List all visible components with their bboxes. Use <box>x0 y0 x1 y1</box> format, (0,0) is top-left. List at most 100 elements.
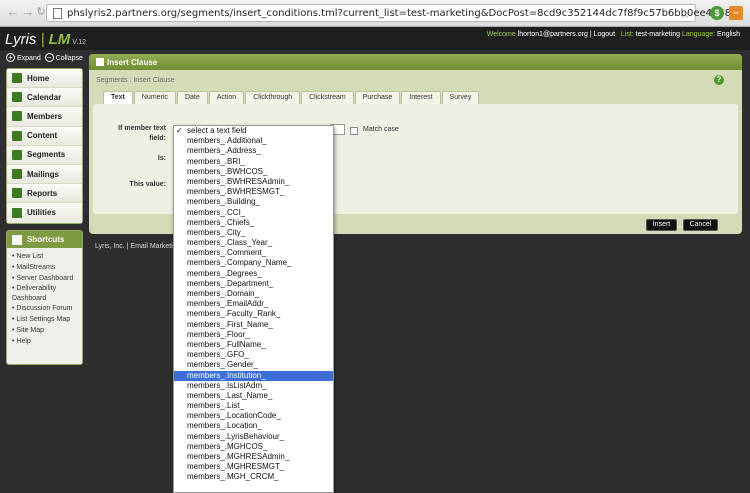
dropdown-option[interactable]: members_.Building_ <box>174 197 333 207</box>
panel-header: Insert Clause <box>89 54 742 70</box>
tab-action[interactable]: Action <box>208 91 245 104</box>
tab-purchase[interactable]: Purchase <box>354 91 401 104</box>
dropdown-option[interactable]: members_.MGHRESAdmin_ <box>174 452 333 462</box>
dropdown-option[interactable]: members_.LyrisBehaviour_ <box>174 432 333 442</box>
address-url: phslyris2.partners.org/segments/insert_c… <box>67 8 732 19</box>
dropdown-option-highlighted[interactable]: members_.Institution_ <box>174 370 333 381</box>
sidebar-item-home[interactable]: Home <box>7 69 82 89</box>
dropdown-option[interactable]: members_.CCI_ <box>174 208 333 218</box>
sidebar-item-reports[interactable]: Reports <box>7 184 82 204</box>
match-case-checkbox[interactable] <box>350 127 358 135</box>
dropdown-option[interactable]: members_.FullName_ <box>174 340 333 350</box>
is-label: Is: <box>157 155 166 162</box>
sidebar-item-members[interactable]: Members <box>7 107 82 127</box>
dropdown-option[interactable]: members_.BWHRESAdmin_ <box>174 177 333 187</box>
dropdown-option[interactable]: members_.BWHRESMGT_ <box>174 187 333 197</box>
dropdown-option[interactable]: members_.Last_Name_ <box>174 391 333 401</box>
shortcut-item[interactable]: • Deliverability Dashboard <box>12 284 82 303</box>
sidebar-item-label: Segments <box>27 150 66 160</box>
mailings-icon <box>12 169 22 180</box>
dropdown-option[interactable]: members_.Department_ <box>174 279 333 289</box>
lyris-logo[interactable]: Lyris | LM V.12 <box>5 31 86 48</box>
sidebar-item-mailings[interactable]: Mailings <box>7 164 82 185</box>
sidebar-item-segments[interactable]: Segments <box>7 145 82 165</box>
sidebar-item-calendar[interactable]: Calendar <box>7 88 82 108</box>
dropdown-option[interactable]: members_.City_ <box>174 228 333 238</box>
address-bar[interactable]: phslyris2.partners.org/segments/insert_c… <box>46 4 731 22</box>
list-label: List: <box>620 31 634 38</box>
dropdown-option[interactable]: members_.Class_Year_ <box>174 238 333 248</box>
dropdown-option[interactable]: members_.IsListAdm_ <box>174 381 333 391</box>
dropdown-option[interactable]: members_.MGHRESMGT_ <box>174 462 333 472</box>
dropdown-option[interactable]: ✓ select a text field <box>174 126 333 136</box>
help-icon[interactable]: ? <box>714 75 724 85</box>
member-field-label: If member text field: <box>118 125 166 142</box>
logout-link[interactable]: Logout <box>594 31 615 38</box>
shortcut-item[interactable]: • Server Dashboard <box>12 274 82 283</box>
dropdown-option[interactable]: members_.GFO_ <box>174 350 333 360</box>
logo-text: Lyris <box>5 31 37 48</box>
checkmark-icon: ✓ <box>176 126 183 135</box>
dropdown-option[interactable]: members_.Floor_ <box>174 330 333 340</box>
dropdown-option[interactable]: members_.BRI_ <box>174 157 333 167</box>
sidebar-item-label: Reports <box>27 188 58 198</box>
dropdown-option[interactable]: members_.LocationCode_ <box>174 411 333 421</box>
bookmark-star-icon[interactable]: ☆ <box>679 6 691 22</box>
dropdown-option[interactable]: members_.First_Name_ <box>174 320 333 330</box>
shortcut-item[interactable]: • Help <box>12 337 82 346</box>
page-icon <box>53 8 62 19</box>
dropdown-option[interactable]: members_.Domain_ <box>174 289 333 299</box>
list-name[interactable]: test-marketing <box>636 31 680 38</box>
collapse-button[interactable]: − Collapse <box>44 53 83 62</box>
dropdown-option[interactable]: members_.Location_ <box>174 421 333 431</box>
cancel-button[interactable]: Cancel <box>683 219 718 231</box>
dropdown-option[interactable]: members_.Comment_ <box>174 248 333 258</box>
tab-survey[interactable]: Survey <box>441 91 480 104</box>
tab-interest[interactable]: Interest <box>401 91 441 104</box>
forward-arrow-icon[interactable]: → <box>21 5 35 19</box>
shortcut-label: Server Dashboard <box>16 274 74 282</box>
dropdown-option[interactable]: members_.Additional_ <box>174 136 333 146</box>
back-arrow-icon[interactable]: ← <box>6 5 20 19</box>
dropdown-option[interactable]: members_.Chiefs_ <box>174 218 333 228</box>
tab-clickthrough[interactable]: Clickthrough <box>245 91 301 104</box>
shortcut-label: Site Map <box>16 327 45 335</box>
collapse-label: Collapse <box>55 55 83 62</box>
dropdown-option[interactable]: members_.List_ <box>174 401 333 411</box>
value-label: This value: <box>129 181 166 188</box>
welcome-label: Welcome <box>486 31 516 38</box>
sidebar-item-utilities[interactable]: Utilities <box>7 203 82 223</box>
dropdown-option[interactable]: members_.MGH_CRCM_ <box>174 472 333 482</box>
dropdown-option[interactable]: members_.EmailAddr_ <box>174 299 333 309</box>
dropdown-option[interactable]: members_.MGHCOS_ <box>174 442 333 452</box>
extension-icon[interactable]: $ <box>710 6 724 20</box>
tab-date[interactable]: Date <box>176 91 208 104</box>
dropdown-option[interactable]: members_.Address_ <box>174 146 333 156</box>
language-value[interactable]: English <box>717 31 740 38</box>
shortcuts-header[interactable]: Shortcuts <box>7 231 82 248</box>
version-label: V.12 <box>72 39 87 46</box>
tab-numeric[interactable]: Numeric <box>133 91 176 104</box>
dropdown-option[interactable]: members_.Faculty_Rank_ <box>174 309 333 319</box>
shortcuts-title: Shortcuts <box>27 235 65 244</box>
text-field-dropdown[interactable]: ✓ select a text field members_.Additional… <box>173 125 334 493</box>
dropdown-option[interactable]: members_.Degrees_ <box>174 269 333 279</box>
tab-clickstream[interactable]: Clickstream <box>301 91 354 104</box>
dropdown-option[interactable]: members_.Company_Name_ <box>174 258 333 268</box>
analytics-extension-icon[interactable]: ~ <box>729 6 743 20</box>
shortcut-item[interactable]: • New List <box>12 252 82 261</box>
shortcut-item[interactable]: • List Settings Map <box>12 315 82 324</box>
expand-button[interactable]: + Expand <box>6 53 41 62</box>
shortcut-item[interactable]: • Discussion Forum <box>12 304 82 313</box>
sidebar-nav: Home Calendar Members Content Segments M… <box>6 68 83 224</box>
dropdown-option[interactable]: members_.Gender_ <box>174 360 333 370</box>
insert-button[interactable]: Insert <box>646 219 677 231</box>
sidebar-item-content[interactable]: Content <box>7 126 82 146</box>
dropdown-option[interactable]: members_.BWHCOS_ <box>174 167 333 177</box>
shortcuts-icon <box>12 234 22 245</box>
expand-label: Expand <box>17 55 41 62</box>
shortcut-item[interactable]: • MailStreams <box>12 263 82 272</box>
tab-text[interactable]: Text <box>103 91 133 104</box>
shortcut-item[interactable]: • Site Map <box>12 326 82 335</box>
content-icon <box>12 130 22 141</box>
